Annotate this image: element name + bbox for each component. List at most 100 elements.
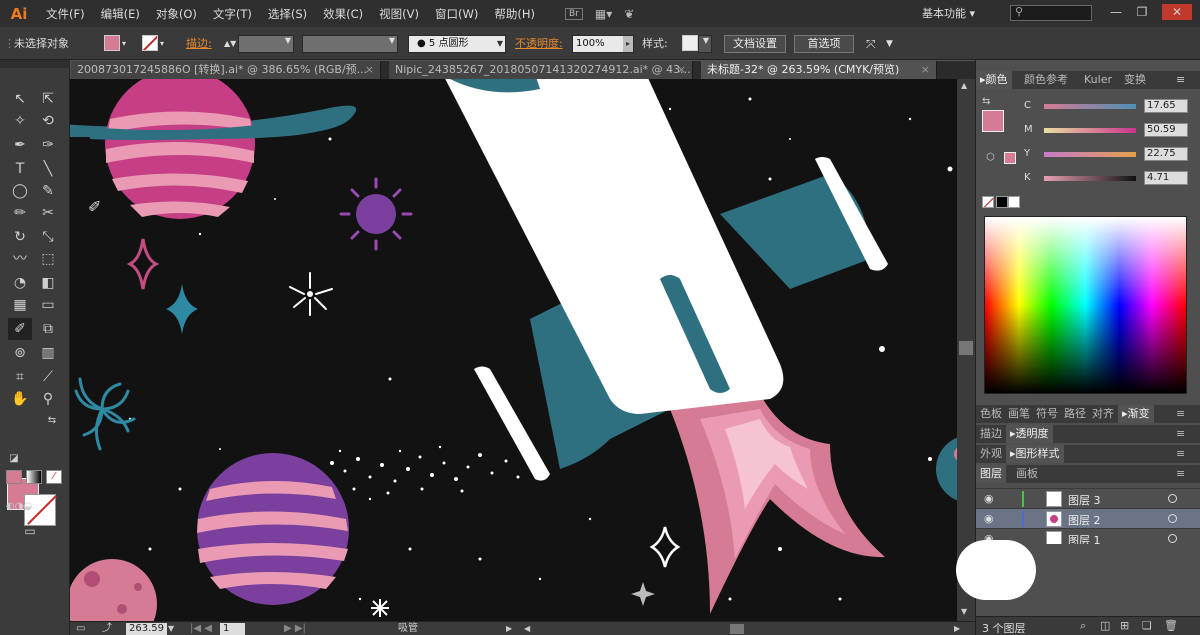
tab-graphic-styles[interactable]: ▸图形样式 (1006, 445, 1064, 463)
rotate-tool-icon[interactable]: ↻ (8, 226, 32, 248)
panel-menu-chevron-icon[interactable]: ▼ (886, 35, 893, 53)
document-tab-active[interactable]: 未标题-32* @ 263.59% (CMYK/预览) × (701, 61, 937, 79)
selection-tool-icon[interactable]: ↖ (8, 88, 32, 110)
zoom-dropdown-icon[interactable]: ▼ (168, 623, 174, 635)
curvature-tool-icon[interactable]: ✑ (36, 134, 60, 156)
panel-menu-icon[interactable]: ≡ (1172, 445, 1189, 463)
pen-tool-icon[interactable]: ✒ (8, 134, 32, 156)
none-mode-icon[interactable]: ⁄ (46, 470, 62, 484)
shape-builder-tool-icon[interactable]: ◔ (8, 272, 32, 294)
tab-symbols[interactable]: 符号 (1032, 405, 1062, 423)
tab-swatches[interactable]: 色板 (976, 405, 1006, 423)
opacity-input[interactable]: 100% ▸ (572, 35, 634, 53)
live-paint-tool-icon[interactable]: ◧ (36, 272, 60, 294)
vertical-scrollbar[interactable]: ▲ ▼ (957, 79, 975, 621)
color-panel-fill-swatch[interactable] (982, 110, 1004, 132)
style-dropdown[interactable]: ▼ (698, 35, 712, 53)
close-tab-icon[interactable]: × (921, 61, 930, 79)
channel-y-track[interactable] (1044, 152, 1136, 157)
visibility-eye-icon[interactable]: ◉ (984, 492, 994, 505)
document-tab[interactable]: 200873017245886O [转换].ai* @ 386.65% (RGB… (71, 61, 381, 79)
scroll-down-icon[interactable]: ▼ (961, 607, 967, 616)
paintbrush-tool-icon[interactable]: ✎ (36, 180, 60, 202)
share-icon[interactable]: ⤴ (102, 623, 112, 635)
variable-width-profile-dropdown[interactable]: ▼ (302, 35, 398, 53)
panel-menu-icon[interactable]: ≡ (1172, 425, 1189, 443)
target-circle-icon[interactable] (1168, 494, 1177, 503)
panel-menu-icon[interactable]: ≡ (1172, 71, 1189, 89)
menu-file[interactable]: 文件(F) (38, 6, 93, 22)
scroll-up-icon[interactable]: ▲ (961, 81, 967, 90)
visibility-eye-icon[interactable]: ◉ (984, 512, 994, 525)
restore-button[interactable]: ❐ (1130, 4, 1154, 20)
line-segment-tool-icon[interactable]: ╲ (36, 158, 60, 180)
first-page-icon[interactable]: |◀ ◀ (190, 623, 212, 635)
arrange-documents-icon[interactable]: ▦▾ (595, 7, 612, 21)
zoom-input[interactable]: 263.59 (126, 623, 167, 635)
fill-dropdown-arrow-icon[interactable]: ▾ (122, 35, 126, 53)
scale-tool-icon[interactable]: ⤡ (36, 226, 60, 248)
stroke-weight-input[interactable]: ▼ (238, 35, 294, 53)
menu-effect[interactable]: 效果(C) (315, 6, 371, 22)
delete-layer-icon[interactable]: 🗑 (1164, 619, 1178, 632)
warp-tool-icon[interactable]: 〰 (8, 248, 32, 270)
magic-wand-tool-icon[interactable]: ✧ (8, 110, 32, 132)
next-page-icon[interactable]: ▶ ▶| (284, 623, 306, 635)
stroke-dropdown-arrow-icon[interactable]: ▾ (160, 35, 164, 53)
zoom-tool-icon[interactable]: ⚲ (36, 388, 60, 410)
type-tool-icon[interactable]: T (8, 158, 32, 180)
menu-type[interactable]: 文字(T) (205, 6, 260, 22)
stroke-weight-stepper[interactable]: ▲▼ (224, 35, 236, 53)
tab-kuler[interactable]: Kuler (1080, 71, 1116, 89)
eyedropper-tool-icon[interactable]: ✐ (8, 318, 32, 340)
ellipse-tool-icon[interactable]: ◯ (8, 180, 32, 202)
menu-edit[interactable]: 编辑(E) (93, 6, 148, 22)
panel-menu-icon[interactable]: ≡ (1172, 405, 1189, 423)
hand-tool-icon[interactable]: ✋ (8, 388, 32, 410)
target-circle-icon[interactable] (1168, 514, 1177, 523)
tab-color[interactable]: ▸颜色 (976, 71, 1012, 89)
preferences-button[interactable]: 首选项 (794, 35, 854, 53)
document-setup-button[interactable]: 文档设置 (724, 35, 786, 53)
menu-select[interactable]: 选择(S) (260, 6, 315, 22)
channel-c-input[interactable]: 17.65 (1144, 99, 1188, 113)
menu-help[interactable]: 帮助(H) (486, 6, 543, 22)
tab-align[interactable]: 对齐 (1088, 405, 1118, 423)
page-input[interactable]: 1 (220, 623, 246, 635)
lasso-tool-icon[interactable]: ⟲ (36, 110, 60, 132)
horizontal-scrollbar-thumb[interactable] (730, 624, 744, 634)
symbol-sprayer-tool-icon[interactable]: ⊚ (8, 342, 32, 364)
gradient-tool-icon[interactable]: ▭ (36, 294, 60, 316)
swap-colors-icon[interactable]: ⇆ (40, 410, 64, 432)
pencil-tool-icon[interactable]: ✏ (8, 202, 32, 224)
tab-transparency[interactable]: ▸透明度 (1006, 425, 1053, 443)
channel-k-input[interactable]: 4.71 (1144, 171, 1188, 185)
channel-m-track[interactable] (1044, 128, 1136, 133)
direct-selection-tool-icon[interactable]: ⇱ (36, 88, 60, 110)
close-tab-icon[interactable]: × (365, 61, 374, 79)
scrollbar-thumb[interactable] (959, 341, 973, 355)
mesh-tool-icon[interactable]: ▦ (8, 294, 32, 316)
new-layer-icon[interactable]: ❏ (1142, 619, 1152, 632)
color-mode-icon[interactable] (6, 470, 22, 484)
web-safe-color-swatch[interactable] (1004, 152, 1016, 164)
free-transform-tool-icon[interactable]: ⬚ (36, 248, 60, 270)
bridge-icon[interactable]: Br (564, 7, 583, 20)
color-spectrum[interactable] (984, 216, 1187, 394)
tab-pathfinder[interactable]: 路径 (1060, 405, 1090, 423)
close-button[interactable]: ✕ (1162, 4, 1192, 20)
close-tab-icon[interactable]: × (677, 61, 686, 79)
stroke-label[interactable]: 描边: (186, 35, 212, 53)
menu-window[interactable]: 窗口(W) (427, 6, 486, 22)
tab-transform[interactable]: 变换 (1120, 71, 1150, 89)
out-of-gamut-icon[interactable]: ⬡ (986, 152, 995, 163)
gradient-mode-icon[interactable] (26, 470, 42, 484)
locate-object-icon[interactable]: ⌕ (1080, 619, 1086, 633)
default-colors-icon[interactable]: ◪ (2, 448, 26, 470)
artboard-tool-icon[interactable]: ⌗ (8, 366, 32, 388)
new-sublayer-icon[interactable]: ⊞ (1120, 619, 1129, 632)
channel-c-track[interactable] (1044, 104, 1136, 109)
layer-row-selected[interactable]: ◉ 图层 2 (976, 508, 1200, 528)
channel-y-input[interactable]: 22.75 (1144, 147, 1188, 161)
draw-mode-icon[interactable]: ◐◑◒ (6, 496, 32, 518)
